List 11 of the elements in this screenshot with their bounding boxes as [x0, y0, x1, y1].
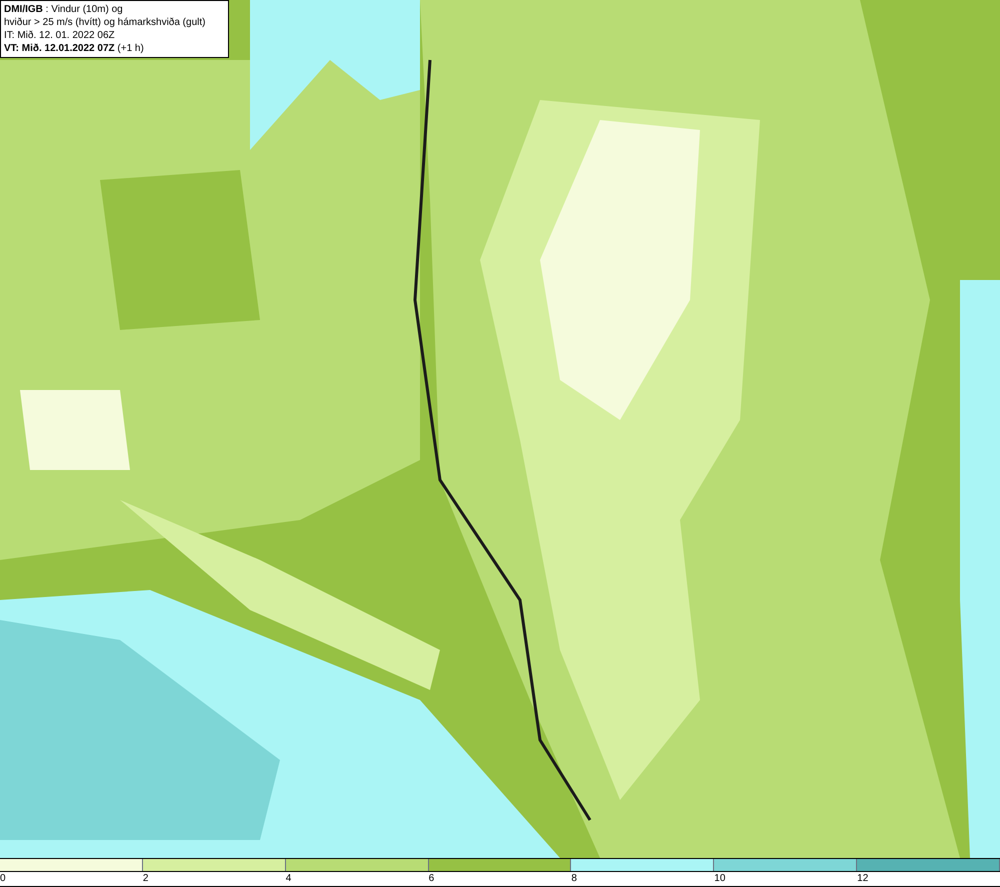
title-text: DMI/IGB : Vindur (10m) og	[4, 3, 124, 16]
title-text: IT: Mið. 12. 01. 2022 06Z	[4, 29, 116, 42]
legend-label: 10	[714, 873, 726, 884]
legend-label: 6	[428, 873, 434, 884]
title-text: VT: Mið. 12.01.2022 07Z (+1 h)	[4, 42, 145, 55]
legend-label: 2	[142, 873, 148, 884]
legend-label: 4	[286, 873, 292, 884]
legend-label: 8	[571, 873, 577, 884]
title-text: hviður > 25 m/s (hvítt) og hámarkshviða (gult)	[4, 16, 206, 29]
legend-label: 0	[0, 873, 6, 884]
legend-label: 12	[857, 873, 868, 884]
